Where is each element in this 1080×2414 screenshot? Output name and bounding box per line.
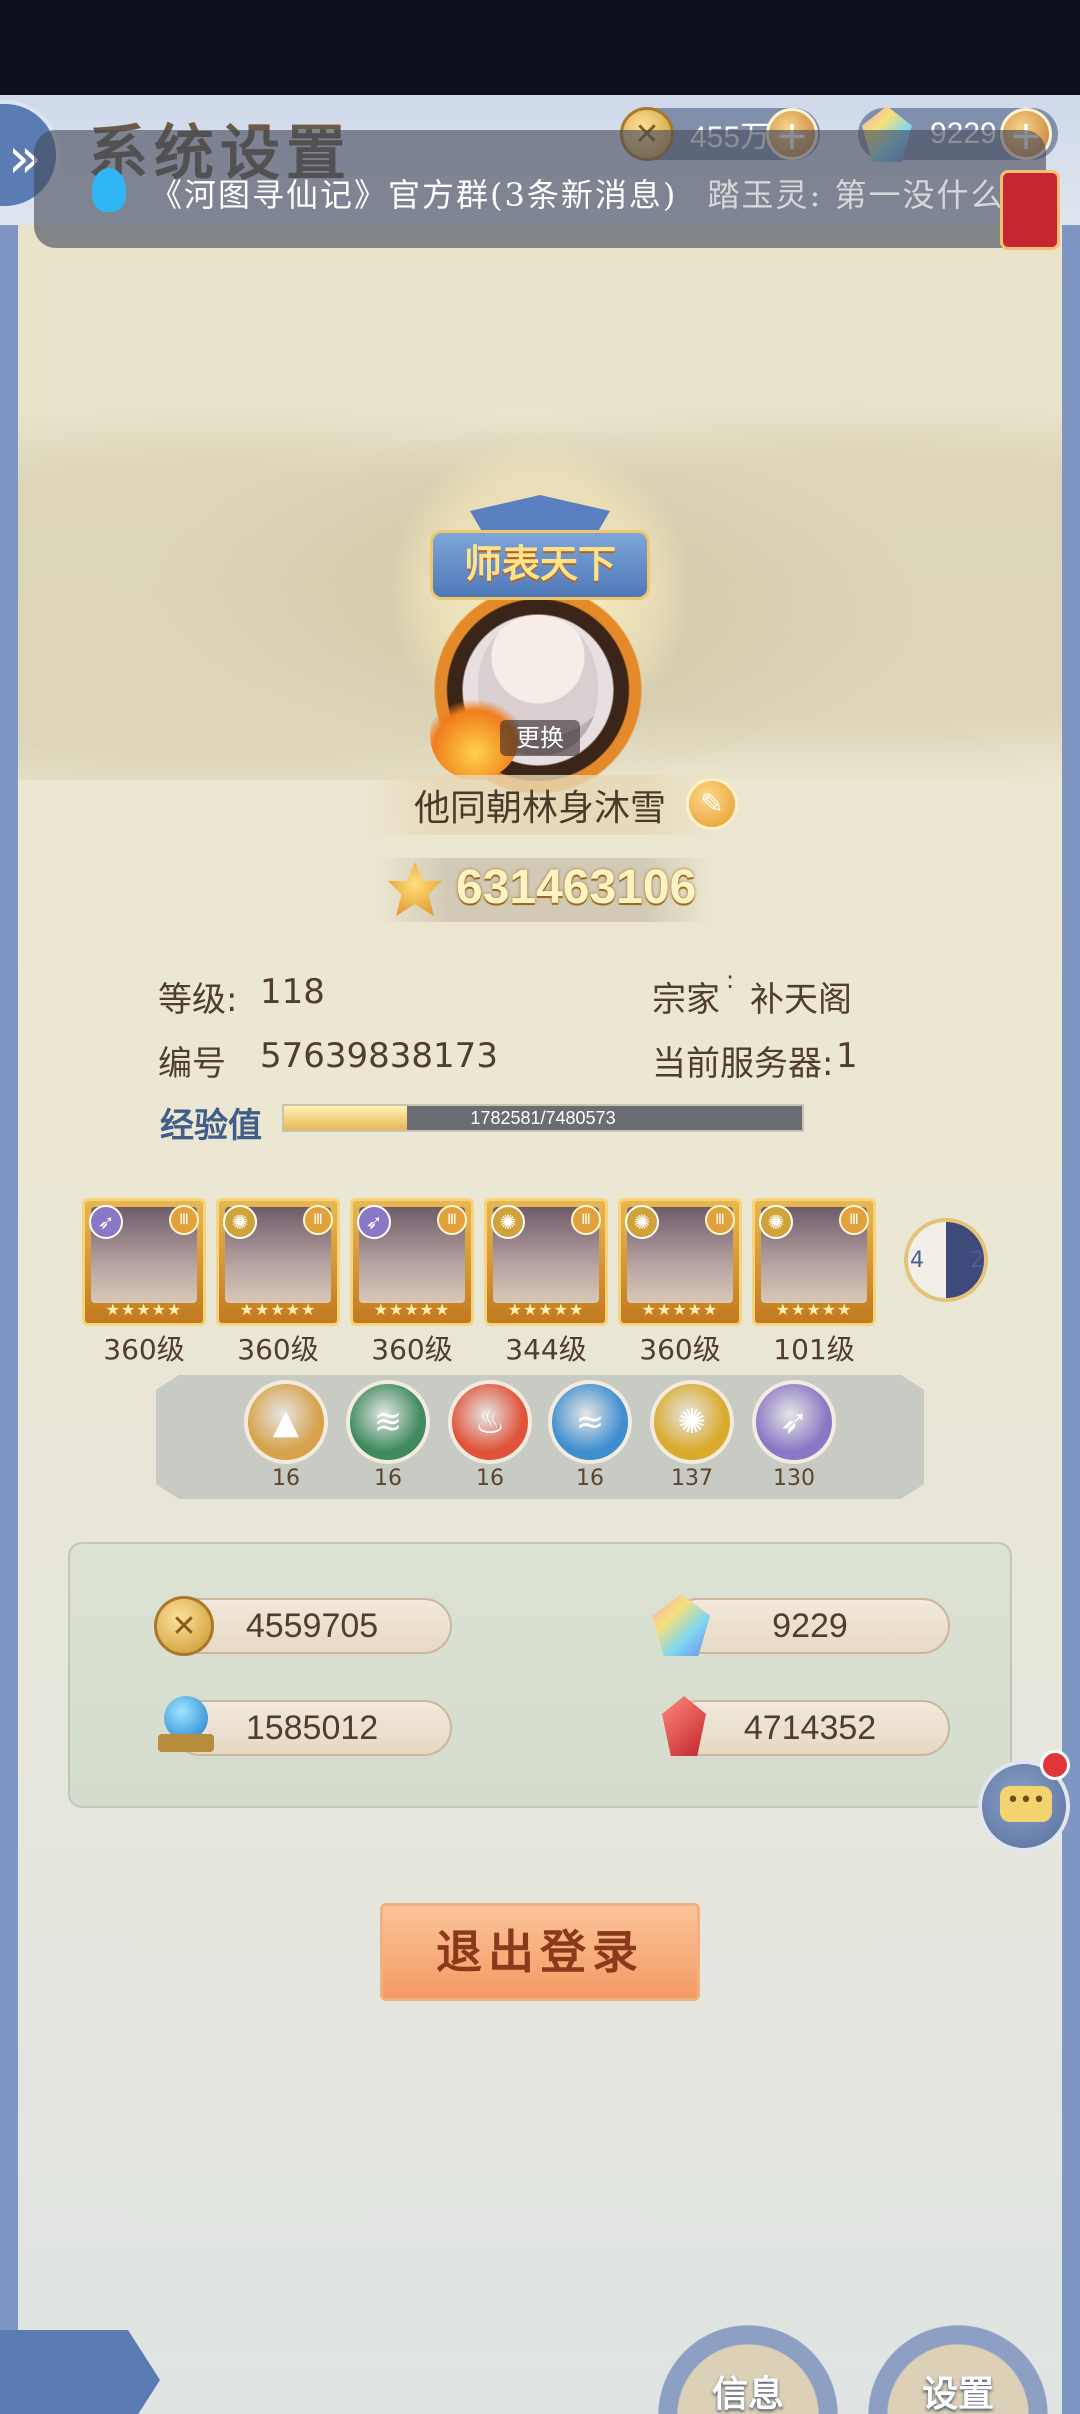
rank-icon: Ⅲ [437,1205,467,1235]
sun-element-icon: ✺ [223,1205,257,1239]
combat-power: 631463106 [456,861,697,914]
star-rating-icon: ★★★★★ [641,1300,719,1319]
id-label: 编号 [158,1044,226,1084]
rank-icon: Ⅲ [839,1205,869,1235]
hero-card[interactable]: ✺ Ⅲ ★★★★★ [752,1198,876,1326]
element-count: 16 [576,1466,604,1491]
hero-level: 344级 [505,1333,587,1366]
chat-bubble-icon: ••• [1000,1786,1052,1822]
exp-label: 经验值 [160,1106,262,1146]
red-crystal-icon [654,1694,714,1756]
star-rating-icon: ★★★★★ [507,1300,585,1319]
blue-orb-icon [156,1696,216,1756]
hero-level: 360级 [371,1333,453,1366]
star-rating-icon: ★★★★★ [373,1300,451,1319]
exp-bar: 1782581/7480573 [282,1104,804,1132]
sun-element-icon: ✺ [491,1205,525,1239]
red-envelope-icon[interactable] [1000,170,1060,250]
hero-level: 101级 [773,1333,855,1366]
sect-separator: : [726,966,735,994]
info-tab-label: 信息 [711,2374,784,2414]
gold-total: 4559705 [172,1598,452,1654]
element-count: 16 [476,1466,504,1491]
sun-element-icon: ✺ [759,1205,793,1239]
qq-penguin-icon [92,168,126,212]
star-rating-icon: ★★★★★ [239,1300,317,1319]
settings-tab-label: 设置 [921,2374,994,2414]
tornado-icon[interactable]: ≋ [346,1380,430,1464]
gold-coin-icon: ✕ [154,1596,214,1656]
element-count: 16 [374,1466,402,1491]
water-icon[interactable]: ≈ [548,1380,632,1464]
rank-icon: Ⅲ [571,1205,601,1235]
notification-group: 《河图寻仙记》官方群(3条新消息) [150,176,678,214]
edit-name-icon[interactable]: ✎ [686,778,738,830]
element-count: 137 [671,1466,713,1491]
player-name-bar: 他同朝林身沐雪 [370,775,710,835]
hero-level: 360级 [237,1333,319,1366]
rank-icon: Ⅲ [303,1205,333,1235]
level-value: 118 [260,972,325,1012]
star-rating-icon: ★★★★★ [105,1300,183,1319]
star-rating-icon: ★★★★★ [775,1300,853,1319]
bottom-left-tab[interactable] [0,2330,160,2414]
sect-label: 宗家 [652,980,720,1020]
element-count: 16 [272,1466,300,1491]
id-value: 57639838173 [260,1036,498,1076]
fire-icon[interactable]: ♨ [448,1380,532,1464]
rank-icon: Ⅲ [705,1205,735,1235]
exp-value: 1782581/7480573 [470,1108,616,1128]
server-label: 当前服务器: [652,1044,834,1084]
change-avatar-button[interactable]: 更换 [500,720,580,756]
sect-value: 补天阁 [750,980,852,1020]
hero-card[interactable]: ➶ Ⅲ ★★★★★ [350,1198,474,1326]
status-bar [0,0,1080,95]
title-badge: 师表天下 [430,530,650,600]
yinyang-right: 2 [970,1248,984,1273]
server-value: 1 [836,1036,858,1076]
hero-card[interactable]: ✺ Ⅲ ★★★★★ [216,1198,340,1326]
sun-icon[interactable]: ✺ [650,1380,734,1464]
rank-icon: Ⅲ [169,1205,199,1235]
wind-element-icon: ➶ [89,1205,123,1239]
hero-card[interactable]: ✺ Ⅲ ★★★★★ [618,1198,742,1326]
logout-button[interactable]: 退出登录 [380,1903,700,2001]
notification-text: 《河图寻仙记》官方群(3条新消息) 踏玉灵: 第一没什么 ... [150,170,1053,216]
hero-card[interactable]: ➶ Ⅲ ★★★★★ [82,1198,206,1326]
gem-total: 9229 [670,1598,950,1654]
sun-element-icon: ✺ [625,1205,659,1239]
wind-element-icon: ➶ [357,1205,391,1239]
wind-icon[interactable]: ➶ [752,1380,836,1464]
resource-panel [68,1542,1012,1808]
level-label: 等级: [158,980,238,1020]
mountain-icon[interactable]: ▲ [244,1380,328,1464]
element-count: 130 [773,1466,815,1491]
yinyang-left: 4 [910,1248,924,1273]
chat-notification-dot [1040,1750,1070,1780]
hero-level: 360级 [103,1333,185,1366]
player-name: 他同朝林身沐雪 [413,788,666,829]
hero-card[interactable]: ✺ Ⅲ ★★★★★ [484,1198,608,1326]
hero-level: 360级 [639,1333,721,1366]
